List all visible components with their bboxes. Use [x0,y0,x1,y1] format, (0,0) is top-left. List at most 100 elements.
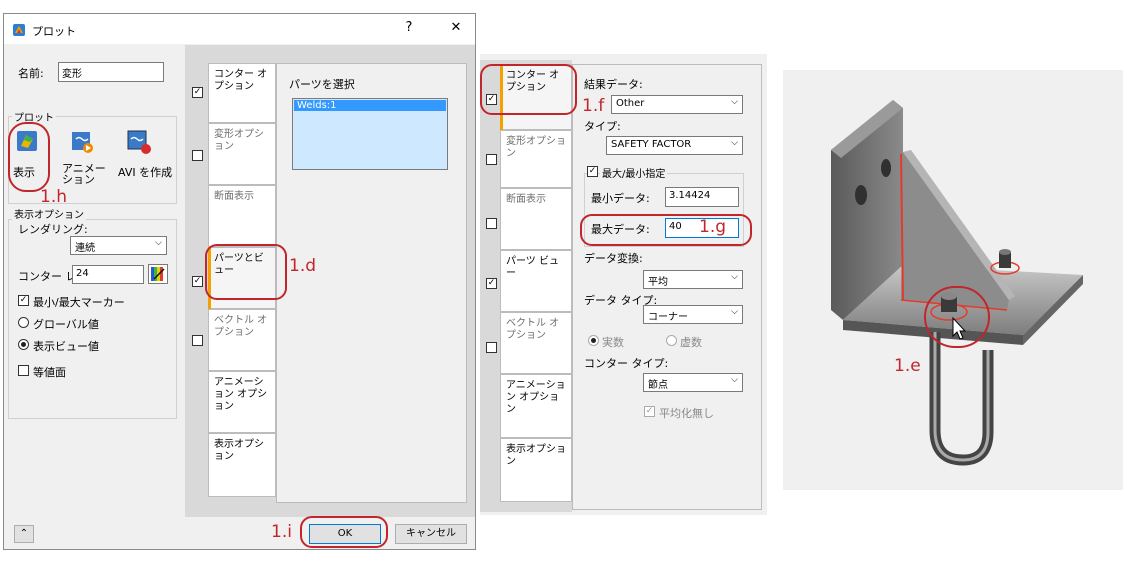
contour-levels-label: コンター レ [18,270,77,283]
no-smoothing-checkbox[interactable]: ✓ [644,406,655,417]
rendering-label: レンダリング: [18,223,88,236]
ctab-section-label: 断面表示 [506,194,546,205]
annotation-ring-e [924,286,990,348]
tab-section-view[interactable]: 断面表示 [208,185,276,247]
bracket-model-image [831,100,1083,466]
min-data-label: 最小データ: [591,192,650,205]
tab-display-label: 表示オプション [214,439,264,462]
display-view-value-label: 表示ビュー値 [33,340,99,353]
data-type-value: コーナー [648,312,688,323]
imaginary-label: 虚数 [680,336,702,349]
ctab-vector-options[interactable]: ベクトル オプション [500,312,572,374]
close-button[interactable]: ✕ [448,20,464,35]
tab-vector-label: ベクトル オプション [214,315,268,338]
ctab-animation-options[interactable]: アニメーション オプション [500,374,572,438]
no-smoothing-label: 平均化無し [659,407,714,420]
data-conversion-value: 平均 [648,277,668,288]
data-conversion-label: データ変換: [584,252,643,265]
tab-check-deform[interactable] [192,150,203,161]
plot-dialog: プロット ? ✕ 名前: 変形 プロット 表示 アニメーション AVI を作成 [3,13,476,550]
minmax-specify-checkbox[interactable]: ✓ [587,166,598,177]
annotation-ring-h [8,122,50,192]
tab-contour-options[interactable]: コンター オプション [208,63,276,123]
ctab-parts-label: パーツ ビュー [506,256,559,279]
contour-tab-check-5[interactable] [486,342,497,353]
real-label: 実数 [602,336,624,349]
result-data-label: 結果データ: [584,78,643,91]
annotation-d: 1.d [289,256,317,276]
contour-tab-check-2[interactable] [486,154,497,165]
contour-levels-input[interactable]: 24 [72,265,144,284]
title-bar: プロット ? ✕ [4,14,475,44]
contour-type-label: コンター タイプ: [584,357,669,370]
min-data-input[interactable]: 3.14424 [665,187,739,207]
result-data-select[interactable]: Other ⌵ [611,95,743,114]
tab-deform-label: 変形オプション [214,129,264,152]
rendering-value: 連続 [75,243,95,254]
result-data-value: Other [616,98,645,109]
chevron-down-icon: ⌵ [731,375,738,385]
ctab-parts-view[interactable]: パーツ ビュー [500,250,572,312]
chevron-down-icon: ⌵ [731,272,738,282]
cancel-button[interactable]: キャンセル [395,524,467,544]
type-label: タイプ: [584,120,621,133]
type-select[interactable]: SAFETY FACTOR ⌵ [606,136,743,155]
global-value-label: グローバル値 [33,318,99,331]
tab-deform-options[interactable]: 変形オプション [208,123,276,185]
ctab-deform-options[interactable]: 変形オプション [500,130,572,188]
animation-button-label: アニメーション [62,162,106,186]
minmax-specify-label: 最大/最小指定 [600,165,668,180]
isosurface-label: 等値面 [33,366,66,379]
name-label: 名前: [18,67,44,80]
data-type-select[interactable]: コーナー ⌵ [643,305,743,324]
ok-button[interactable]: OK [309,524,381,544]
tab-display-options[interactable]: 表示オプション [208,433,276,497]
double-chevron-up-icon: ⌃ [19,528,29,539]
contour-tab-check-4[interactable]: ✓ [486,278,497,289]
tab-contour-label: コンター オプション [214,69,268,92]
color-scale-icon[interactable] [148,264,168,284]
contour-tab-check-3[interactable] [486,218,497,229]
display-view-value-radio[interactable] [18,339,29,350]
chevron-down-icon: ⌵ [731,307,738,317]
expand-button[interactable]: ⌃ [14,525,34,543]
imaginary-radio[interactable] [666,335,677,346]
chevron-down-icon: ⌵ [731,97,738,107]
ctab-display-label: 表示オプション [506,444,566,467]
model-viewport[interactable]: 1.e [783,70,1123,490]
tab-animation-label: アニメーション オプション [214,377,268,412]
parts-list-item[interactable]: Welds:1 [294,100,446,111]
ctab-display-options[interactable]: 表示オプション [500,438,572,502]
tab-check-parts[interactable]: ✓ [192,276,203,287]
annotation-i: 1.i [271,522,292,542]
help-button[interactable]: ? [401,20,417,35]
annotation-ring-f [480,64,577,115]
display-options-label: 表示オプション [12,206,86,221]
annotation-f: 1.f [582,96,605,116]
contour-type-select[interactable]: 節点 ⌵ [643,373,743,392]
isosurface-checkbox[interactable] [18,365,29,376]
annotation-h: 1.h [40,187,67,207]
create-avi-button[interactable]: AVI を作成 [116,126,176,188]
ctab-section-view[interactable]: 断面表示 [500,188,572,250]
tab-vector-options[interactable]: ベクトル オプション [208,309,276,371]
global-value-radio[interactable] [18,317,29,328]
real-radio[interactable] [588,335,599,346]
tab-check-contour[interactable]: ✓ [192,87,203,98]
parts-select-label: パーツを選択 [289,78,355,91]
minmax-marker-label: 最小/最大マーカー [33,296,125,309]
type-value: SAFETY FACTOR [611,139,692,150]
tab-check-vector[interactable] [192,335,203,346]
chevron-down-icon: ⌵ [731,138,738,148]
animation-button[interactable]: アニメーション [58,126,114,188]
ctab-animation-label: アニメーション オプション [506,380,566,415]
data-conversion-select[interactable]: 平均 ⌵ [643,270,743,289]
parts-list[interactable]: Welds:1 [292,98,448,170]
contour-type-value: 節点 [648,380,668,391]
minmax-marker-checkbox[interactable]: ✓ [18,295,29,306]
name-input[interactable]: 変形 [58,62,164,82]
annotation-ring-d [205,244,287,300]
annotation-e: 1.e [894,356,921,376]
tab-animation-options[interactable]: アニメーション オプション [208,371,276,433]
rendering-select[interactable]: 連続 ⌵ [70,236,167,255]
